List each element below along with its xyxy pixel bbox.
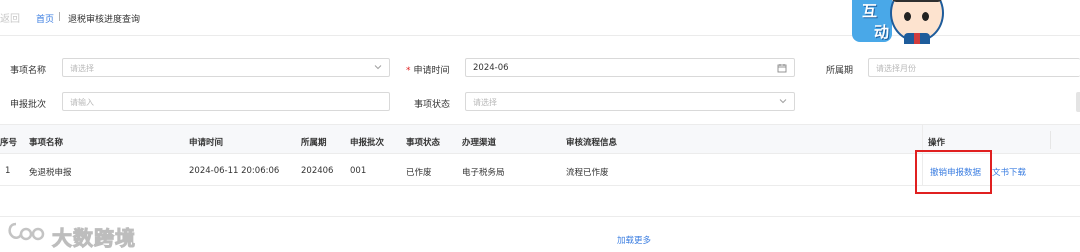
mascot-text-2: 动 [874,23,890,41]
calendar-icon [777,64,787,73]
col-period: 所属期 [301,138,327,148]
status-label: 事项状态 [414,100,451,110]
col-seq: 序号 [0,138,18,148]
chevron-down-icon [374,65,382,70]
apply-time-value: 2024-06 [473,63,509,73]
period-placeholder: 请选择月份 [876,64,916,73]
item-name-label: 事项名称 [10,66,47,76]
cell-channel: 电子税务局 [462,168,505,178]
document-download-link[interactable]: 文书下载 [992,166,1026,178]
breadcrumb-current: 退税审核进度查询 [68,15,141,25]
status-placeholder: 请选择 [473,98,497,107]
item-name-select[interactable]: 请选择 [62,58,390,77]
required-mark: * [406,66,411,76]
col-name: 事项名称 [29,138,64,148]
col-status: 事项状态 [406,138,441,148]
annotation-highlight-box [915,150,992,194]
period-label: 所属期 [826,66,854,76]
col-ops: 操作 [928,138,946,148]
col-channel: 办理渠道 [462,138,497,148]
breadcrumb-separator: | [58,12,62,22]
cell-name: 免退税申报 [29,168,72,178]
load-more-link[interactable]: 加载更多 [617,234,651,246]
apply-time-label: * 申请时间 [406,63,450,76]
batch-label: 申报批次 [10,100,47,110]
col-apply-time: 申请时间 [189,138,224,148]
mascot-eye-right [922,12,929,21]
col-batch: 申报批次 [350,138,385,148]
breadcrumb-home[interactable]: 首页 [36,12,54,25]
cell-seq: 1 [5,166,11,176]
batch-input[interactable]: 请输入 [62,92,390,111]
cell-status: 已作废 [406,168,432,178]
back-button[interactable]: 返回 [0,10,20,25]
apply-time-picker[interactable]: 2024-06 [465,58,795,77]
interaction-mascot[interactable]: 互 动 [848,0,944,44]
cell-period: 202406 [301,166,334,176]
apply-time-label-text: 申请时间 [413,66,450,76]
cell-review: 流程已作废 [566,168,609,178]
mascot-hair [892,0,942,2]
mascot-text-1: 互 [862,2,878,20]
table-footer-divider [0,216,1080,217]
watermark-text: 大数跨境 [52,226,136,251]
mascot-tie [914,33,920,44]
status-select[interactable]: 请选择 [465,92,795,111]
chevron-down-icon [779,99,787,104]
col-review: 审核流程信息 [566,138,618,148]
item-name-placeholder: 请选择 [70,64,94,73]
side-panel-handle[interactable] [1076,92,1080,112]
cell-apply-time: 2024-06-11 20:06:06 [189,166,280,176]
mascot-eye-left [904,12,911,21]
period-picker[interactable]: 请选择月份 [868,58,1080,77]
watermark-logo-icon [8,222,45,241]
column-divider [1050,131,1051,149]
cell-batch: 001 [350,166,367,176]
batch-placeholder: 请输入 [70,98,94,107]
